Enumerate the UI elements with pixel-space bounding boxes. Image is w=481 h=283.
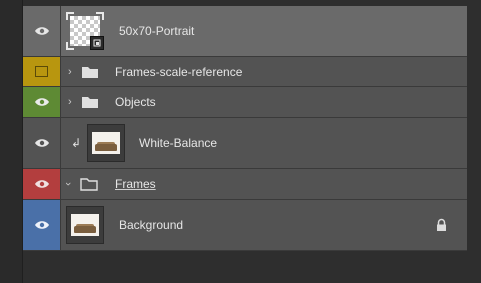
layer-thumbnail[interactable] [66,12,104,50]
visibility-toggle[interactable] [23,118,61,168]
layer-row-objects[interactable]: › Objects [23,87,467,118]
chevron-right-icon[interactable]: › [68,66,72,78]
layers-panel: 50x70-Portrait › Frames-scale-reference … [23,6,467,251]
layer-name[interactable]: 50x70-Portrait [119,24,194,38]
eye-icon [34,98,49,106]
layer-name[interactable]: Objects [115,95,156,109]
visibility-toggle[interactable] [23,57,61,86]
layer-row-white-balance[interactable]: ↲ White-Balance [23,118,467,169]
image-thumbnail [92,132,120,154]
eye-icon [34,180,49,188]
folder-icon [82,66,98,78]
chevron-down-icon[interactable]: › [62,182,74,186]
layer-name[interactable]: Background [119,218,183,232]
layer-name[interactable]: Frames [115,177,156,191]
selection-corner [66,12,74,20]
lock-icon[interactable] [436,218,447,232]
visibility-toggle[interactable] [23,87,61,117]
selection-corner [66,42,74,50]
folder-open-icon [80,178,98,191]
layer-row-frames[interactable]: › Frames [23,169,467,200]
folder-icon [82,97,98,108]
layer-row-50x70-portrait[interactable]: 50x70-Portrait [23,6,467,57]
layer-name[interactable]: White-Balance [139,136,217,150]
clipping-mask-arrow-icon: ↲ [71,136,82,150]
selection-corner [96,12,104,20]
visibility-toggle[interactable] [23,169,61,199]
transparency-checker [66,12,104,50]
layer-row-frames-scale-reference[interactable]: › Frames-scale-reference [23,57,467,87]
layer-row-background[interactable]: Background [23,200,467,251]
left-edge-strip [0,0,23,283]
image-thumbnail [71,214,99,236]
eye-icon [34,221,49,229]
layer-thumbnail[interactable] [87,124,125,162]
smart-object-icon [90,36,104,50]
chevron-right-icon[interactable]: › [68,96,72,108]
eye-icon [34,27,49,35]
visibility-toggle[interactable] [23,200,61,250]
eye-icon [34,139,49,147]
layer-name[interactable]: Frames-scale-reference [115,65,242,79]
visibility-toggle[interactable] [23,6,61,56]
layer-thumbnail[interactable] [66,206,104,244]
visibility-off-box [35,66,48,77]
